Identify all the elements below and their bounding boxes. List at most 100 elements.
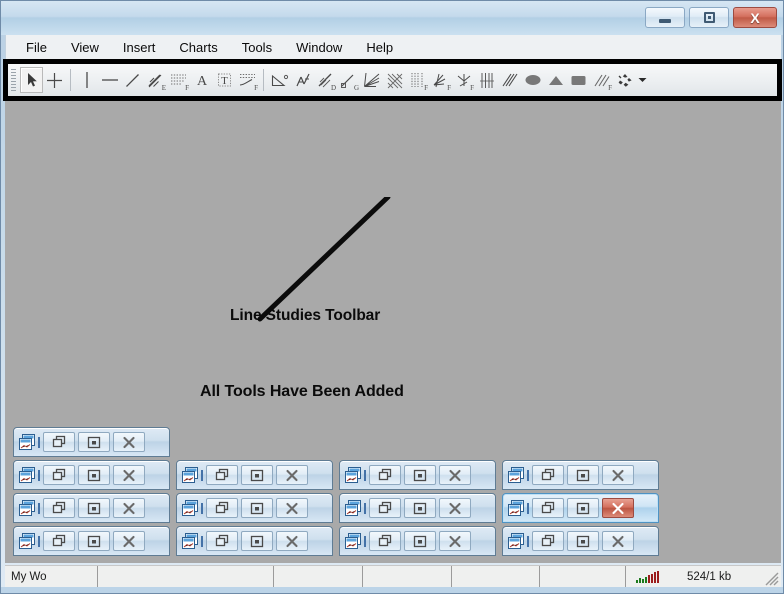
tool-equidistant-channel[interactable]: F — [167, 67, 190, 93]
menu-item-tools[interactable]: Tools — [230, 38, 284, 57]
minimized-chart-window[interactable] — [13, 526, 170, 556]
mdi-close-button[interactable] — [113, 432, 145, 452]
tool-sub-label: G — [353, 84, 359, 92]
minimized-chart-window[interactable] — [339, 460, 496, 490]
mdi-maximize-button[interactable] — [241, 498, 273, 518]
title-bar: X — [1, 1, 783, 35]
minimized-chart-window[interactable] — [502, 460, 659, 490]
mdi-maximize-button[interactable] — [241, 531, 273, 551]
minimized-chart-window[interactable] — [176, 493, 333, 523]
mdi-close-button[interactable] — [439, 531, 471, 551]
mdi-restore-button[interactable] — [532, 498, 564, 518]
tool-fibonacci-channel[interactable]: F — [452, 67, 475, 93]
toolbar-overflow-button[interactable] — [636, 67, 648, 93]
mdi-maximize-button[interactable] — [567, 465, 599, 485]
minimized-chart-window[interactable] — [13, 460, 170, 490]
mdi-maximize-button[interactable] — [78, 465, 110, 485]
status-cell-4 — [362, 565, 451, 588]
tool-arrowed-line[interactable]: F — [236, 67, 259, 93]
mdi-restore-button[interactable] — [369, 498, 401, 518]
mdi-restore-button[interactable] — [369, 531, 401, 551]
mdi-restore-button[interactable] — [369, 465, 401, 485]
mdi-restore-button[interactable] — [43, 432, 75, 452]
mdi-close-button[interactable] — [113, 531, 145, 551]
mdi-restore-button[interactable] — [206, 498, 238, 518]
tool-fibonacci-time-zones[interactable]: F — [406, 67, 429, 93]
menu-item-file[interactable]: File — [14, 38, 59, 57]
restore-icon — [378, 468, 391, 481]
mdi-close-button[interactable] — [602, 498, 634, 518]
menu-item-window[interactable]: Window — [284, 38, 354, 57]
tool-vertical-line[interactable] — [75, 67, 98, 93]
resize-grip-icon[interactable] — [765, 572, 779, 586]
maximize-button[interactable] — [689, 7, 729, 28]
tool-trendline-by-angle[interactable]: E — [144, 67, 167, 93]
tool-fibonacci-fan[interactable] — [360, 67, 383, 93]
tool-gann-fan[interactable] — [498, 67, 521, 93]
mdi-restore-button[interactable] — [43, 498, 75, 518]
tool-trendline[interactable] — [121, 67, 144, 93]
mdi-maximize-button[interactable] — [78, 432, 110, 452]
tool-ellipse[interactable] — [521, 67, 544, 93]
mdi-maximize-button[interactable] — [404, 465, 436, 485]
tool-horizontal-line[interactable] — [98, 67, 121, 93]
menu-item-help[interactable]: Help — [354, 38, 405, 57]
mdi-restore-button[interactable] — [206, 531, 238, 551]
tool-cycle-lines[interactable]: F — [590, 67, 613, 93]
tool-angle[interactable] — [268, 67, 291, 93]
mdi-maximize-button[interactable] — [567, 498, 599, 518]
minimized-chart-windows — [5, 427, 781, 563]
menu-item-charts[interactable]: Charts — [167, 38, 229, 57]
mdi-maximize-button[interactable] — [78, 498, 110, 518]
tool-text-label[interactable]: T — [213, 67, 236, 93]
mdi-restore-button[interactable] — [43, 465, 75, 485]
minimized-chart-window[interactable] — [502, 493, 659, 523]
mdi-maximize-button[interactable] — [404, 498, 436, 518]
minimized-chart-window[interactable] — [339, 526, 496, 556]
tool-fibonacci-arcs[interactable] — [383, 67, 406, 93]
mdi-close-button[interactable] — [602, 531, 634, 551]
mdi-maximize-button[interactable] — [404, 531, 436, 551]
tool-crosshair[interactable] — [43, 67, 66, 93]
tool-text[interactable]: A — [190, 67, 213, 93]
tool-gann-grid[interactable] — [475, 67, 498, 93]
menu-item-view[interactable]: View — [59, 38, 111, 57]
mdi-close-button[interactable] — [439, 498, 471, 518]
mdi-close-button[interactable] — [276, 498, 308, 518]
tool-rectangle[interactable] — [567, 67, 590, 93]
mdi-maximize-button[interactable] — [78, 531, 110, 551]
mdi-restore-button[interactable] — [532, 465, 564, 485]
toolbar-drag-grip[interactable] — [10, 69, 17, 91]
minimized-chart-window[interactable] — [339, 493, 496, 523]
tool-fibonacci-expansion[interactable]: F — [429, 67, 452, 93]
close-button[interactable]: X — [733, 7, 777, 28]
tool-arrows[interactable] — [613, 67, 636, 93]
mdi-maximize-button[interactable] — [567, 531, 599, 551]
tool-sub-label: F — [470, 84, 474, 92]
status-cell-connection[interactable]: 524/1 kb — [625, 565, 781, 588]
chart-window-icon — [345, 467, 361, 483]
tool-cursor-arrow[interactable] — [20, 67, 43, 93]
mdi-restore-button[interactable] — [43, 531, 75, 551]
mdi-restore-button[interactable] — [206, 465, 238, 485]
mdi-maximize-button[interactable] — [241, 465, 273, 485]
minimized-chart-window[interactable] — [13, 427, 170, 457]
tool-triangle[interactable] — [544, 67, 567, 93]
mdi-close-button[interactable] — [276, 531, 308, 551]
mdi-close-button[interactable] — [113, 498, 145, 518]
minimized-chart-window[interactable] — [176, 460, 333, 490]
tool-linear-regression-channel[interactable]: D — [314, 67, 337, 93]
minimized-chart-window[interactable] — [176, 526, 333, 556]
mdi-close-button[interactable] — [113, 465, 145, 485]
mdi-restore-button[interactable] — [532, 531, 564, 551]
tool-andrews-pitchfork[interactable] — [291, 67, 314, 93]
menu-item-insert[interactable]: Insert — [111, 38, 168, 57]
tool-standard-deviation-channel[interactable]: G — [337, 67, 360, 93]
minimized-chart-window[interactable] — [502, 526, 659, 556]
minimize-button[interactable] — [645, 7, 685, 28]
mdi-close-button[interactable] — [276, 465, 308, 485]
mdi-close-button[interactable] — [439, 465, 471, 485]
minimized-chart-window[interactable] — [13, 493, 170, 523]
mdi-close-button[interactable] — [602, 465, 634, 485]
status-cell-6 — [539, 565, 625, 588]
